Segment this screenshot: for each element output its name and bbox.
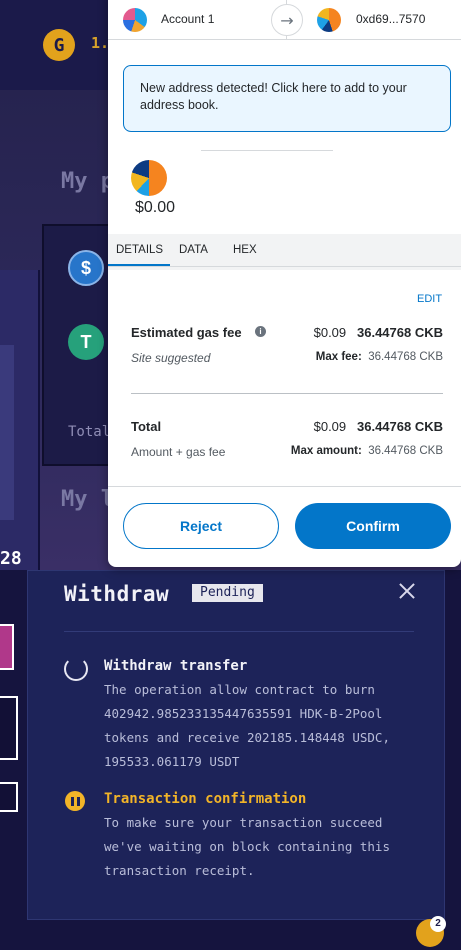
divider — [201, 150, 333, 151]
arrow-right-icon: → — [271, 4, 303, 36]
account-bar: Account 1 → 0xd69...7570 — [108, 0, 461, 40]
tab-data[interactable]: DATA — [179, 244, 208, 256]
tab-details[interactable]: DETAILS — [116, 244, 163, 256]
edit-gas-link[interactable]: EDIT — [417, 293, 442, 305]
step-text-transaction-confirmation: To make sure your transaction succeed we… — [104, 815, 390, 878]
account-avatar-icon — [123, 8, 147, 32]
notification-bell-icon[interactable]: 2 — [416, 916, 446, 947]
side-value: 28 — [0, 548, 22, 569]
info-icon[interactable]: i — [255, 326, 266, 337]
usdt-coin-icon: T — [68, 324, 104, 360]
from-account[interactable]: Account 1 — [161, 12, 214, 26]
heading-my-liquidity: My l — [61, 487, 114, 512]
total-label: Total — [131, 419, 162, 434]
max-fee: Max fee: 36.44768 CKB — [315, 351, 443, 363]
divider — [108, 266, 461, 267]
gas-fee-value: $0.09 36.44768 CKB — [313, 325, 443, 340]
origin-avatar-icon — [131, 160, 167, 196]
max-amount: Max amount: 36.44768 CKB — [290, 445, 443, 457]
divider — [64, 631, 414, 632]
withdraw-title: Withdraw — [64, 582, 170, 606]
side-box-2 — [0, 782, 18, 812]
withdraw-modal: Withdraw Pending Withdraw transfer The o… — [27, 570, 445, 920]
recipient-avatar-icon — [317, 8, 341, 32]
total-value: $0.09 36.44768 CKB — [313, 419, 443, 434]
step-title-withdraw-transfer: Withdraw transfer — [104, 658, 248, 674]
total-sublabel: Amount + gas fee — [131, 445, 226, 459]
step-title-transaction-confirmation: Transaction confirmation — [104, 791, 307, 807]
divider — [108, 486, 461, 487]
status-badge: Pending — [192, 584, 263, 602]
heading-my-portfolio: My p — [61, 169, 114, 194]
side-box-1 — [0, 696, 18, 760]
step-text-withdraw-transfer: The operation allow contract to burn 402… — [104, 682, 390, 769]
gas-fee-sublabel: Site suggested — [131, 351, 211, 365]
confirm-button[interactable]: Confirm — [295, 503, 451, 549]
notification-count: 2 — [430, 916, 446, 932]
new-address-notice[interactable]: New address detected! Click here to add … — [123, 65, 451, 132]
close-icon[interactable] — [396, 580, 418, 602]
pause-icon — [65, 791, 85, 811]
spinner-icon — [64, 657, 88, 681]
dapp-left-panel-inner — [0, 345, 14, 520]
to-address[interactable]: 0xd69...7570 — [356, 12, 425, 26]
gas-fee-label: Estimated gas fee — [131, 325, 242, 340]
divider — [131, 393, 443, 394]
app-logo-icon[interactable]: G — [43, 29, 75, 61]
metamask-popup: Account 1 → 0xd69...7570 New address det… — [108, 0, 461, 567]
tab-hex[interactable]: HEX — [233, 244, 257, 256]
side-action-button[interactable] — [0, 624, 14, 670]
usdc-coin-icon: $ — [68, 250, 104, 286]
portfolio-total-label: Total — [68, 424, 111, 440]
reject-button[interactable]: Reject — [123, 503, 279, 549]
transaction-amount: $0.00 — [135, 199, 176, 216]
header-balance: 1. — [91, 34, 110, 52]
